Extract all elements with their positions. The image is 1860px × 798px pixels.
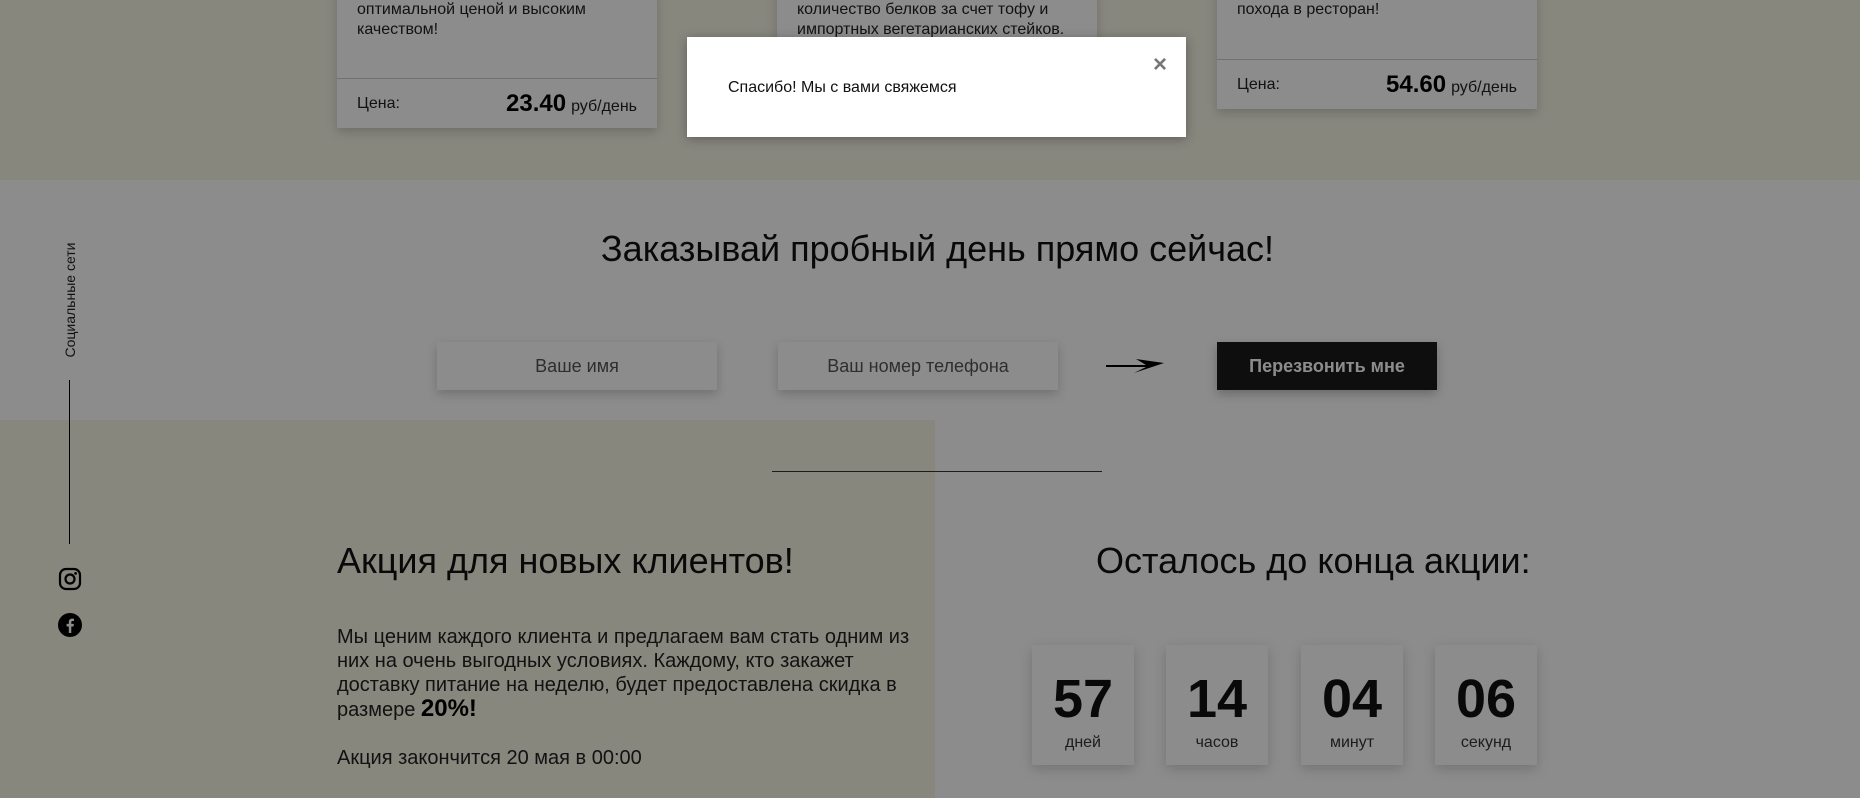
modal-message: Спасибо! Мы с вами свяжемся: [728, 79, 957, 96]
close-icon[interactable]: ×: [1153, 53, 1167, 77]
thank-you-modal: Спасибо! Мы с вами свяжемся ×: [687, 37, 1186, 137]
